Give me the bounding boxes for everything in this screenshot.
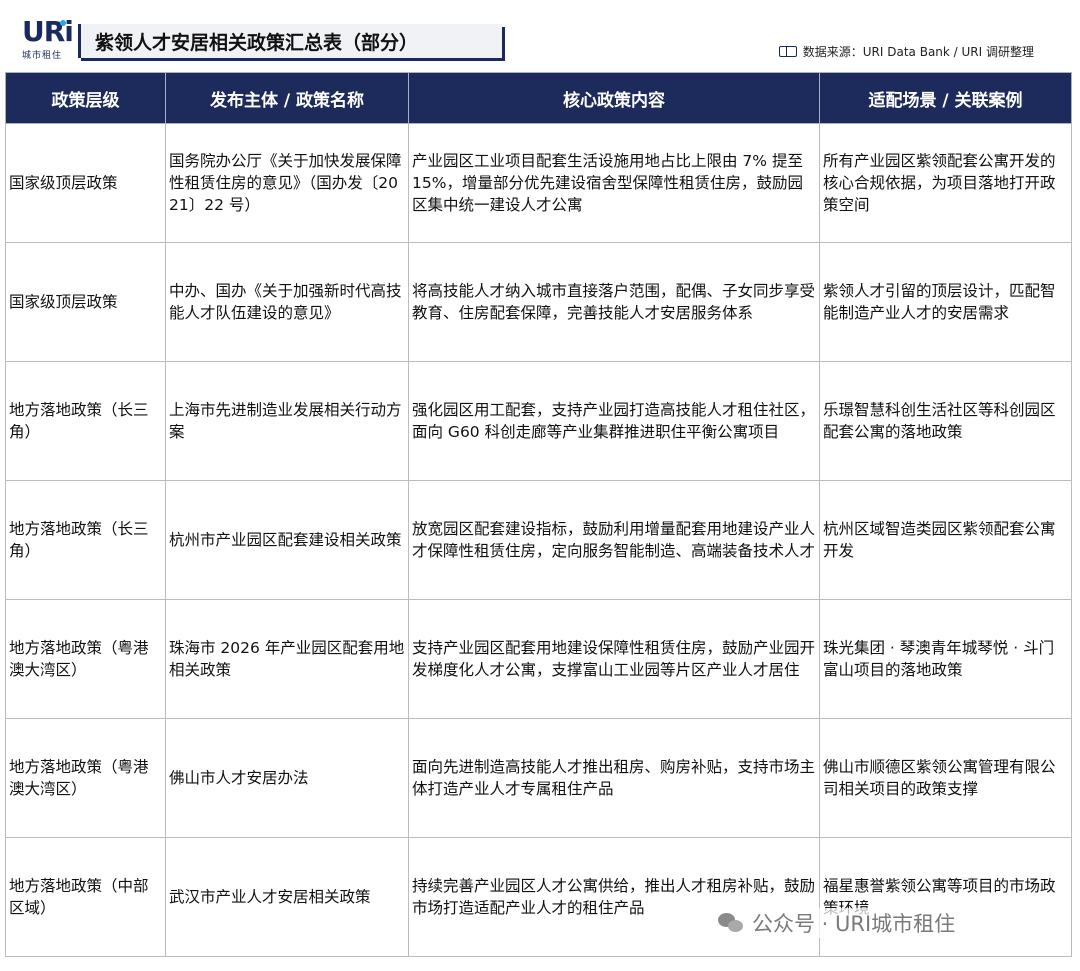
cell-scenario-case: 福星惠誉紫领公寓等项目的市场政策环境 (819, 837, 1072, 957)
cell-core-content: 将高技能人才纳入城市直接落户范围，配偶、子女同步享受教育、住房配套保障，完善技能… (408, 242, 820, 362)
cell-policy-level: 地方落地政策（粤港澳大湾区） (5, 718, 166, 838)
cell-core-content: 支持产业园区配套用地建设保障性租赁住房，鼓励产业园开发梯度化人才公寓，支撑富山工… (408, 599, 820, 719)
uri-logo: URi 城市租住 (22, 18, 74, 68)
cell-core-content: 强化园区用工配套，支持产业园打造高技能人才租住社区，面向 G60 科创走廊等产业… (408, 361, 820, 481)
cell-scenario-case: 乐璟智慧科创生活社区等科创园区配套公寓的落地政策 (819, 361, 1072, 481)
cell-core-content: 面向先进制造高技能人才推出租房、购房补贴，支持市场主体打造产业人才专属租住产品 (408, 718, 820, 838)
cell-issuer-policy: 中办、国办《关于加强新时代高技能人才队伍建设的意见》 (165, 242, 409, 362)
title-box: 紫领人才安居相关政策汇总表（部分） (78, 24, 502, 58)
cell-issuer-policy: 国务院办公厅《关于加快发展保障性租赁住房的意见》（国办发〔2021〕22 号） (165, 123, 409, 243)
header-scenario-case: 适配场景 / 关联案例 (819, 72, 1072, 124)
cell-policy-level: 国家级顶层政策 (5, 123, 166, 243)
book-icon (778, 46, 797, 57)
header-issuer-policy: 发布主体 / 政策名称 (165, 72, 409, 124)
cell-issuer-policy: 上海市先进制造业发展相关行动方案 (165, 361, 409, 481)
header-core-content: 核心政策内容 (408, 72, 820, 124)
cell-policy-level: 地方落地政策（长三角） (5, 361, 166, 481)
header-bar: URi 城市租住 紫领人才安居相关政策汇总表（部分） 数据来源：URI Data… (0, 0, 1080, 72)
table-row: 地方落地政策（中部区域） 武汉市产业人才安居相关政策 持续完善产业园区人才公寓供… (5, 837, 1072, 957)
cell-issuer-policy: 武汉市产业人才安居相关政策 (165, 837, 409, 957)
cell-core-content: 放宽园区配套建设指标，鼓励利用增量配套用地建设产业人才保障性租赁住房，定向服务智… (408, 480, 820, 600)
cell-policy-level: 地方落地政策（粤港澳大湾区） (5, 599, 166, 719)
cell-scenario-case: 杭州区域智造类园区紫领配套公寓开发 (819, 480, 1072, 600)
wechat-icon (718, 913, 744, 933)
table-row: 地方落地政策（长三角） 杭州市产业园区配套建设相关政策 放宽园区配套建设指标，鼓… (5, 480, 1072, 600)
data-source: 数据来源：URI Data Bank / URI 调研整理 (778, 43, 1034, 60)
cell-issuer-policy: 珠海市 2026 年产业园区配套用地相关政策 (165, 599, 409, 719)
logo-subtitle: 城市租住 (22, 51, 63, 61)
wechat-watermark: 公众号 · URI城市租住 (718, 908, 956, 938)
table-row: 国家级顶层政策 中办、国办《关于加强新时代高技能人才队伍建设的意见》 将高技能人… (5, 242, 1072, 362)
table-row: 地方落地政策（粤港澳大湾区） 佛山市人才安居办法 面向先进制造高技能人才推出租房… (5, 718, 1072, 838)
cell-scenario-case: 紫领人才引留的顶层设计，匹配智能制造产业人才的安居需求 (819, 242, 1072, 362)
table-row: 地方落地政策（长三角） 上海市先进制造业发展相关行动方案 强化园区用工配套，支持… (5, 361, 1072, 481)
cell-scenario-case: 所有产业园区紫领配套公寓开发的核心合规依据，为项目落地打开政策空间 (819, 123, 1072, 243)
table-row: 地方落地政策（粤港澳大湾区） 珠海市 2026 年产业园区配套用地相关政策 支持… (5, 599, 1072, 719)
table-row: 国家级顶层政策 国务院办公厅《关于加快发展保障性租赁住房的意见》（国办发〔202… (5, 123, 1072, 243)
data-source-text: 数据来源：URI Data Bank / URI 调研整理 (802, 45, 1034, 59)
page-title: 紫领人才安居相关政策汇总表（部分） (95, 31, 419, 54)
cell-core-content: 持续完善产业园区人才公寓供给，推出人才租房补贴，鼓励市场打造适配产业人才的租住产… (408, 837, 820, 957)
cell-scenario-case: 佛山市顺德区紫领公寓管理有限公司相关项目的政策支撑 (819, 718, 1072, 838)
cell-policy-level: 地方落地政策（长三角） (5, 480, 166, 600)
cell-issuer-policy: 杭州市产业园区配套建设相关政策 (165, 480, 409, 600)
header-policy-level: 政策层级 (5, 72, 166, 124)
cell-policy-level: 地方落地政策（中部区域） (5, 837, 166, 957)
cell-core-content: 产业园区工业项目配套生活设施用地占比上限由 7% 提至 15%，增量部分优先建设… (408, 123, 820, 243)
watermark-text: 公众号 · URI城市租住 (752, 912, 956, 936)
cell-scenario-case: 珠光集团 · 琴澳青年城琴悦 · 斗门富山项目的落地政策 (819, 599, 1072, 719)
policy-table: 政策层级 发布主体 / 政策名称 核心政策内容 适配场景 / 关联案例 国家级顶… (5, 72, 1072, 957)
cell-issuer-policy: 佛山市人才安居办法 (165, 718, 409, 838)
cell-policy-level: 国家级顶层政策 (5, 242, 166, 362)
logo-dot-icon (60, 20, 66, 26)
table-header-row: 政策层级 发布主体 / 政策名称 核心政策内容 适配场景 / 关联案例 (5, 72, 1072, 124)
